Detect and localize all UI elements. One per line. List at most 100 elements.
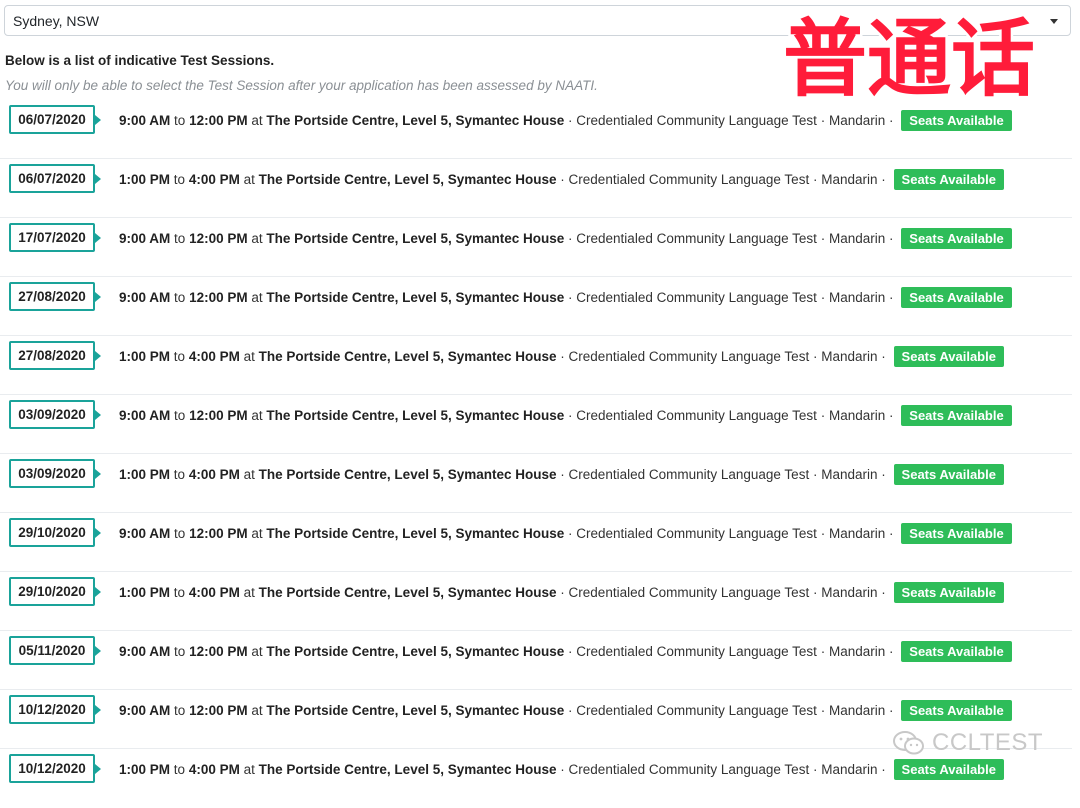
session-end: 12:00 PM	[189, 408, 248, 424]
separator: ·	[568, 231, 573, 247]
session-end: 4:00 PM	[188, 172, 240, 188]
session-end: 4:00 PM	[188, 349, 240, 365]
separator: ·	[881, 467, 886, 483]
session-date: 29/10/2020	[9, 577, 101, 606]
session-start: 1:00 PM	[119, 585, 171, 601]
separator: ·	[560, 585, 565, 601]
session-language: Mandarin	[828, 644, 886, 660]
word-at: at	[243, 585, 255, 601]
session-language: Mandarin	[821, 172, 878, 188]
separator: ·	[820, 408, 826, 424]
status-badge: Seats Available	[893, 582, 1004, 603]
separator: ·	[812, 349, 818, 365]
status-badge: Seats Available	[901, 700, 1012, 721]
session-date: 03/09/2020	[9, 459, 101, 488]
session-date: 06/07/2020	[9, 164, 101, 193]
status-badge: Seats Available	[901, 228, 1012, 249]
word-at: at	[243, 349, 255, 365]
session-end: 12:00 PM	[189, 290, 248, 306]
session-details: 9:00 AM to 12:00 PM at The Portside Cent…	[119, 700, 1012, 722]
session-test: Credentialed Community Language Test	[568, 172, 810, 188]
separator: ·	[881, 172, 886, 188]
separator: ·	[820, 526, 826, 542]
status-badge: Seats Available	[893, 346, 1004, 367]
session-row[interactable]: 29/10/2020 1:00 PM to 4:00 PM at The Por…	[0, 572, 1072, 631]
status-badge: Seats Available	[901, 287, 1012, 308]
word-at: at	[251, 644, 263, 660]
session-row[interactable]: 27/08/2020 9:00 AM to 12:00 PM at The Po…	[0, 277, 1072, 336]
session-start: 1:00 PM	[119, 762, 171, 778]
separator: ·	[568, 113, 573, 129]
separator: ·	[820, 703, 826, 719]
word-to: to	[174, 644, 186, 660]
wechat-watermark: CCLTEST	[892, 728, 1043, 758]
session-start: 9:00 AM	[119, 408, 171, 424]
location-select-value: Sydney, NSW	[13, 13, 100, 29]
session-row[interactable]: 05/11/2020 9:00 AM to 12:00 PM at The Po…	[0, 631, 1072, 690]
session-venue: The Portside Centre, Level 5, Symantec H…	[258, 762, 557, 778]
status-badge: Seats Available	[901, 110, 1012, 131]
separator: ·	[560, 172, 565, 188]
session-date: 27/08/2020	[9, 282, 101, 311]
session-row[interactable]: 27/08/2020 1:00 PM to 4:00 PM at The Por…	[0, 336, 1072, 395]
watermark-chinese-graphic: 普通话	[780, 8, 1037, 111]
separator: ·	[568, 290, 573, 306]
chevron-down-icon[interactable]	[1050, 19, 1058, 24]
session-details: 1:00 PM to 4:00 PM at The Portside Centr…	[119, 346, 1004, 368]
session-row[interactable]: 06/07/2020 9:00 AM to 12:00 PM at The Po…	[0, 100, 1072, 159]
word-to: to	[174, 113, 186, 129]
session-test: Credentialed Community Language Test	[568, 585, 810, 601]
session-details: 9:00 AM to 12:00 PM at The Portside Cent…	[119, 228, 1012, 250]
session-row[interactable]: 03/09/2020 9:00 AM to 12:00 PM at The Po…	[0, 395, 1072, 454]
session-row[interactable]: 17/07/2020 9:00 AM to 12:00 PM at The Po…	[0, 218, 1072, 277]
session-test: Credentialed Community Language Test	[568, 762, 810, 778]
session-start: 1:00 PM	[119, 172, 171, 188]
separator: ·	[560, 762, 565, 778]
session-details: 1:00 PM to 4:00 PM at The Portside Centr…	[119, 464, 1004, 486]
session-end: 4:00 PM	[188, 585, 240, 601]
session-start: 9:00 AM	[119, 644, 171, 660]
session-details: 9:00 AM to 12:00 PM at The Portside Cent…	[119, 110, 1012, 132]
session-row[interactable]: 29/10/2020 9:00 AM to 12:00 PM at The Po…	[0, 513, 1072, 572]
word-to: to	[174, 408, 186, 424]
separator: ·	[568, 408, 573, 424]
watermark-chinese-text: 普通话	[784, 10, 1034, 102]
session-venue: The Portside Centre, Level 5, Symantec H…	[266, 290, 565, 306]
session-language: Mandarin	[821, 585, 878, 601]
word-at: at	[243, 762, 255, 778]
session-test: Credentialed Community Language Test	[568, 467, 810, 483]
status-badge: Seats Available	[893, 169, 1004, 190]
session-row[interactable]: 03/09/2020 1:00 PM to 4:00 PM at The Por…	[0, 454, 1072, 513]
status-badge: Seats Available	[893, 464, 1004, 485]
separator: ·	[820, 644, 826, 660]
session-start: 9:00 AM	[119, 526, 171, 542]
session-test: Credentialed Community Language Test	[576, 408, 817, 424]
word-to: to	[173, 349, 186, 365]
separator: ·	[560, 349, 565, 365]
session-row[interactable]: 06/07/2020 1:00 PM to 4:00 PM at The Por…	[0, 159, 1072, 218]
session-language: Mandarin	[821, 762, 878, 778]
word-at: at	[243, 467, 255, 483]
word-at: at	[251, 526, 263, 542]
session-venue: The Portside Centre, Level 5, Symantec H…	[266, 408, 565, 424]
session-date: 29/10/2020	[9, 518, 101, 547]
session-details: 9:00 AM to 12:00 PM at The Portside Cent…	[119, 641, 1012, 663]
session-details: 1:00 PM to 4:00 PM at The Portside Centr…	[119, 759, 1004, 781]
session-venue: The Portside Centre, Level 5, Symantec H…	[266, 113, 565, 129]
session-test: Credentialed Community Language Test	[576, 231, 817, 247]
session-start: 9:00 AM	[119, 113, 171, 129]
session-details: 1:00 PM to 4:00 PM at The Portside Centr…	[119, 169, 1004, 191]
session-date: 10/12/2020	[9, 754, 101, 783]
session-venue: The Portside Centre, Level 5, Symantec H…	[258, 172, 557, 188]
separator: ·	[820, 231, 826, 247]
word-at: at	[243, 172, 255, 188]
separator: ·	[820, 113, 826, 129]
watermark-chinese: 普通话	[780, 6, 1037, 111]
session-end: 4:00 PM	[188, 762, 240, 778]
session-language: Mandarin	[828, 113, 886, 129]
session-end: 12:00 PM	[189, 231, 248, 247]
session-details: 1:00 PM to 4:00 PM at The Portside Centr…	[119, 582, 1004, 604]
session-end: 12:00 PM	[189, 644, 248, 660]
status-badge: Seats Available	[901, 523, 1012, 544]
session-venue: The Portside Centre, Level 5, Symantec H…	[266, 703, 565, 719]
